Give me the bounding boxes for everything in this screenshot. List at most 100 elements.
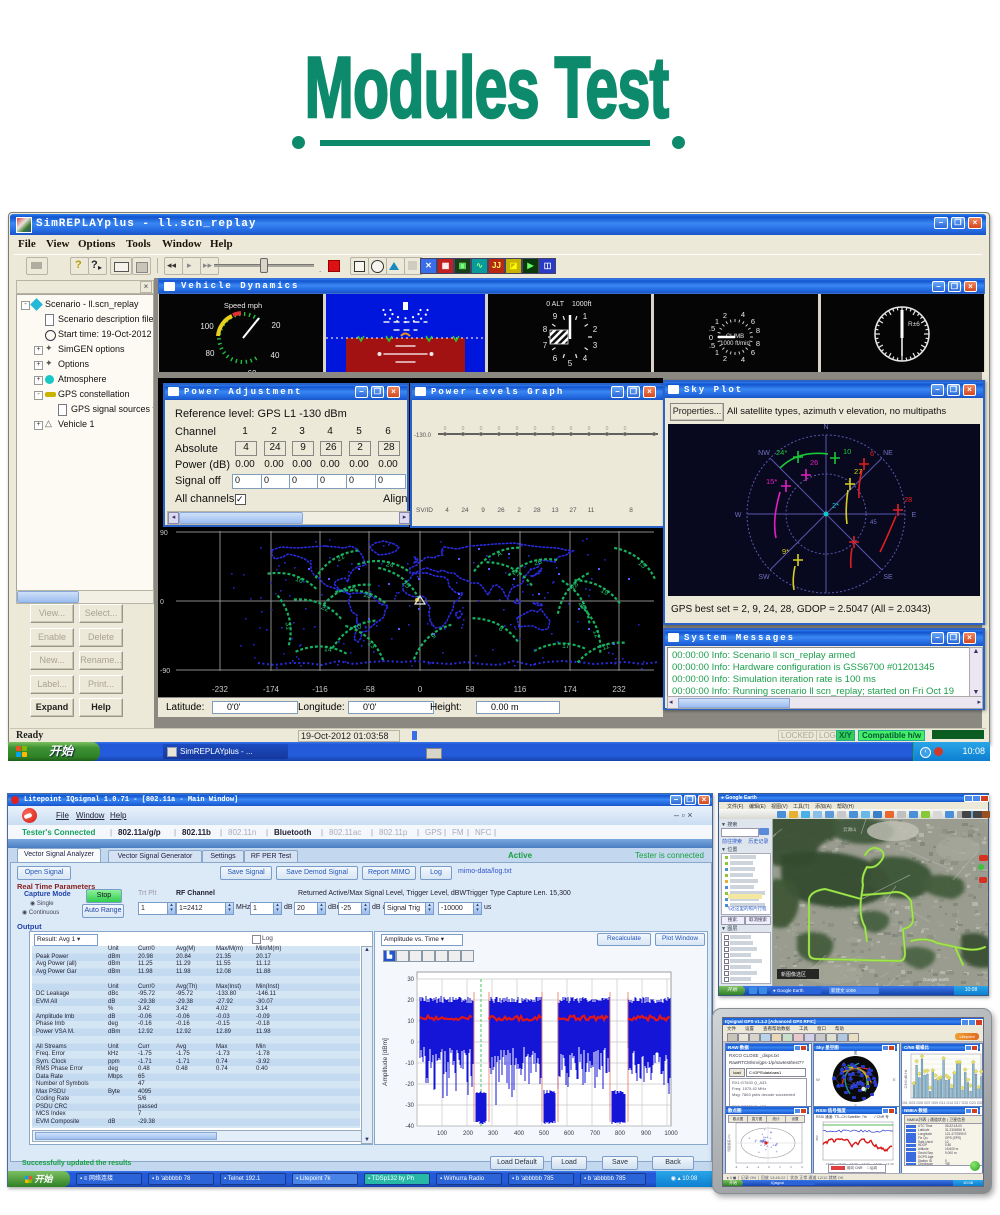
svg-text:7: 7	[543, 341, 548, 350]
svg-text:4: 4	[741, 355, 745, 364]
svg-text:10: 10	[843, 447, 851, 456]
svg-text:9*: 9*	[782, 547, 789, 556]
svg-text:+: +	[776, 1150, 778, 1154]
svg-text:Google earth: Google earth	[923, 977, 950, 982]
svg-text:-20: -20	[405, 1082, 414, 1088]
svg-text:26: 26	[810, 458, 818, 467]
svg-text:0: 0	[624, 426, 627, 432]
svg-text:11: 11	[588, 507, 595, 514]
svg-text:N: N	[823, 424, 828, 431]
svg-text:+: +	[770, 1131, 772, 1135]
svg-text:1: 1	[583, 312, 588, 321]
svg-text:dBm: dBm	[815, 1134, 819, 1141]
svg-text:-30: -30	[405, 1103, 414, 1109]
svg-text:0: 0	[480, 426, 483, 432]
svg-text:-90: -90	[160, 668, 170, 675]
svg-text:C/N0 dB-Hz: C/N0 dB-Hz	[904, 1069, 908, 1088]
svg-text:3: 3	[801, 1165, 803, 1169]
svg-text:+: +	[765, 1148, 767, 1152]
svg-text:8: 8	[543, 325, 548, 334]
svg-text:+: +	[764, 1128, 766, 1132]
svg-text:0: 0	[606, 426, 609, 432]
svg-text:800: 800	[615, 1131, 626, 1137]
svg-text:SV/ID: SV/ID	[416, 507, 433, 514]
svg-text:1000ft: 1000ft	[572, 301, 592, 308]
svg-text:116: 116	[514, 685, 527, 694]
svg-text:Speed mph: Speed mph	[224, 301, 262, 310]
svg-text:-58: -58	[363, 685, 375, 694]
svg-text:200: 200	[463, 1131, 474, 1137]
svg-text:900: 900	[641, 1131, 652, 1137]
svg-text:9: 9	[553, 312, 558, 321]
svg-text:-1: -1	[757, 1165, 760, 1169]
svg-text:24: 24	[461, 507, 469, 514]
svg-text:0: 0	[160, 599, 164, 606]
svg-text:15*: 15*	[766, 477, 777, 486]
svg-text:20: 20	[407, 998, 414, 1004]
svg-text:E: E	[893, 1077, 896, 1082]
svg-text:60: 60	[248, 369, 257, 372]
svg-text:24: 24	[385, 561, 394, 569]
svg-text:W: W	[816, 1077, 820, 1082]
svg-text:-116: -116	[312, 685, 328, 694]
svg-text:14: 14	[324, 646, 332, 654]
svg-text:40: 40	[271, 351, 280, 360]
svg-text:新图像选区: 新图像选区	[781, 971, 806, 978]
svg-text:700: 700	[590, 1131, 601, 1137]
svg-text:纬度偏差 (m): 纬度偏差 (m)	[726, 1134, 731, 1151]
svg-text:2*: 2*	[832, 501, 839, 510]
svg-text:3: 3	[593, 341, 598, 350]
svg-text:-10: -10	[405, 1061, 414, 1067]
svg-text:232: 232	[612, 685, 626, 694]
svg-text:0: 0	[768, 1165, 770, 1169]
svg-text:0: 0	[552, 426, 555, 432]
svg-text:NE: NE	[883, 450, 893, 457]
svg-text:6: 6	[751, 348, 755, 357]
svg-text:1000: 1000	[664, 1131, 678, 1137]
svg-text:8: 8	[756, 326, 760, 335]
svg-text:0: 0	[462, 426, 465, 432]
svg-text:1: 1	[715, 317, 719, 326]
svg-text:31: 31	[283, 622, 291, 631]
svg-text:-3: -3	[735, 1165, 738, 1169]
svg-text:100: 100	[200, 322, 214, 331]
svg-text:0: 0	[498, 426, 501, 432]
svg-text:+: +	[776, 1142, 778, 1146]
svg-text:SE: SE	[883, 574, 893, 581]
svg-text:14:40: 14:40	[886, 1162, 894, 1166]
svg-text:0: 0	[411, 1040, 415, 1046]
svg-text:0: 0	[570, 426, 573, 432]
svg-text:-232: -232	[212, 685, 229, 694]
svg-text:+: +	[766, 1135, 768, 1139]
svg-text:8: 8	[629, 507, 633, 514]
svg-text:+: +	[754, 1140, 756, 1144]
svg-text:2: 2	[723, 311, 727, 320]
svg-text:+: +	[748, 1136, 750, 1140]
svg-text:4: 4	[445, 507, 449, 514]
svg-text:2: 2	[517, 507, 521, 514]
svg-text:20: 20	[272, 321, 281, 330]
svg-text:4: 4	[583, 354, 588, 363]
svg-text:W: W	[735, 512, 742, 519]
svg-text:0: 0	[534, 426, 537, 432]
svg-text:-2: -2	[746, 1165, 749, 1169]
svg-text:E: E	[912, 512, 917, 519]
svg-text:300: 300	[488, 1131, 499, 1137]
svg-text:1000 ft/min: 1000 ft/min	[720, 341, 750, 347]
svg-text:云湖山: 云湖山	[843, 826, 857, 833]
svg-text:26: 26	[497, 507, 505, 514]
svg-text:-130.0: -130.0	[414, 433, 432, 439]
svg-text:+: +	[758, 1150, 760, 1154]
svg-text:28: 28	[904, 495, 912, 504]
svg-text:45: 45	[870, 520, 877, 526]
svg-text:13: 13	[551, 507, 559, 514]
svg-text:6: 6	[751, 317, 755, 326]
svg-text:+: +	[770, 1136, 772, 1140]
svg-text:2: 2	[790, 1165, 792, 1169]
svg-text:28: 28	[533, 507, 541, 514]
svg-text:6: 6	[870, 449, 874, 458]
svg-text:1: 1	[715, 348, 719, 357]
svg-text:100: 100	[437, 1131, 448, 1137]
svg-text:400: 400	[514, 1131, 525, 1137]
svg-text:4: 4	[741, 310, 745, 319]
